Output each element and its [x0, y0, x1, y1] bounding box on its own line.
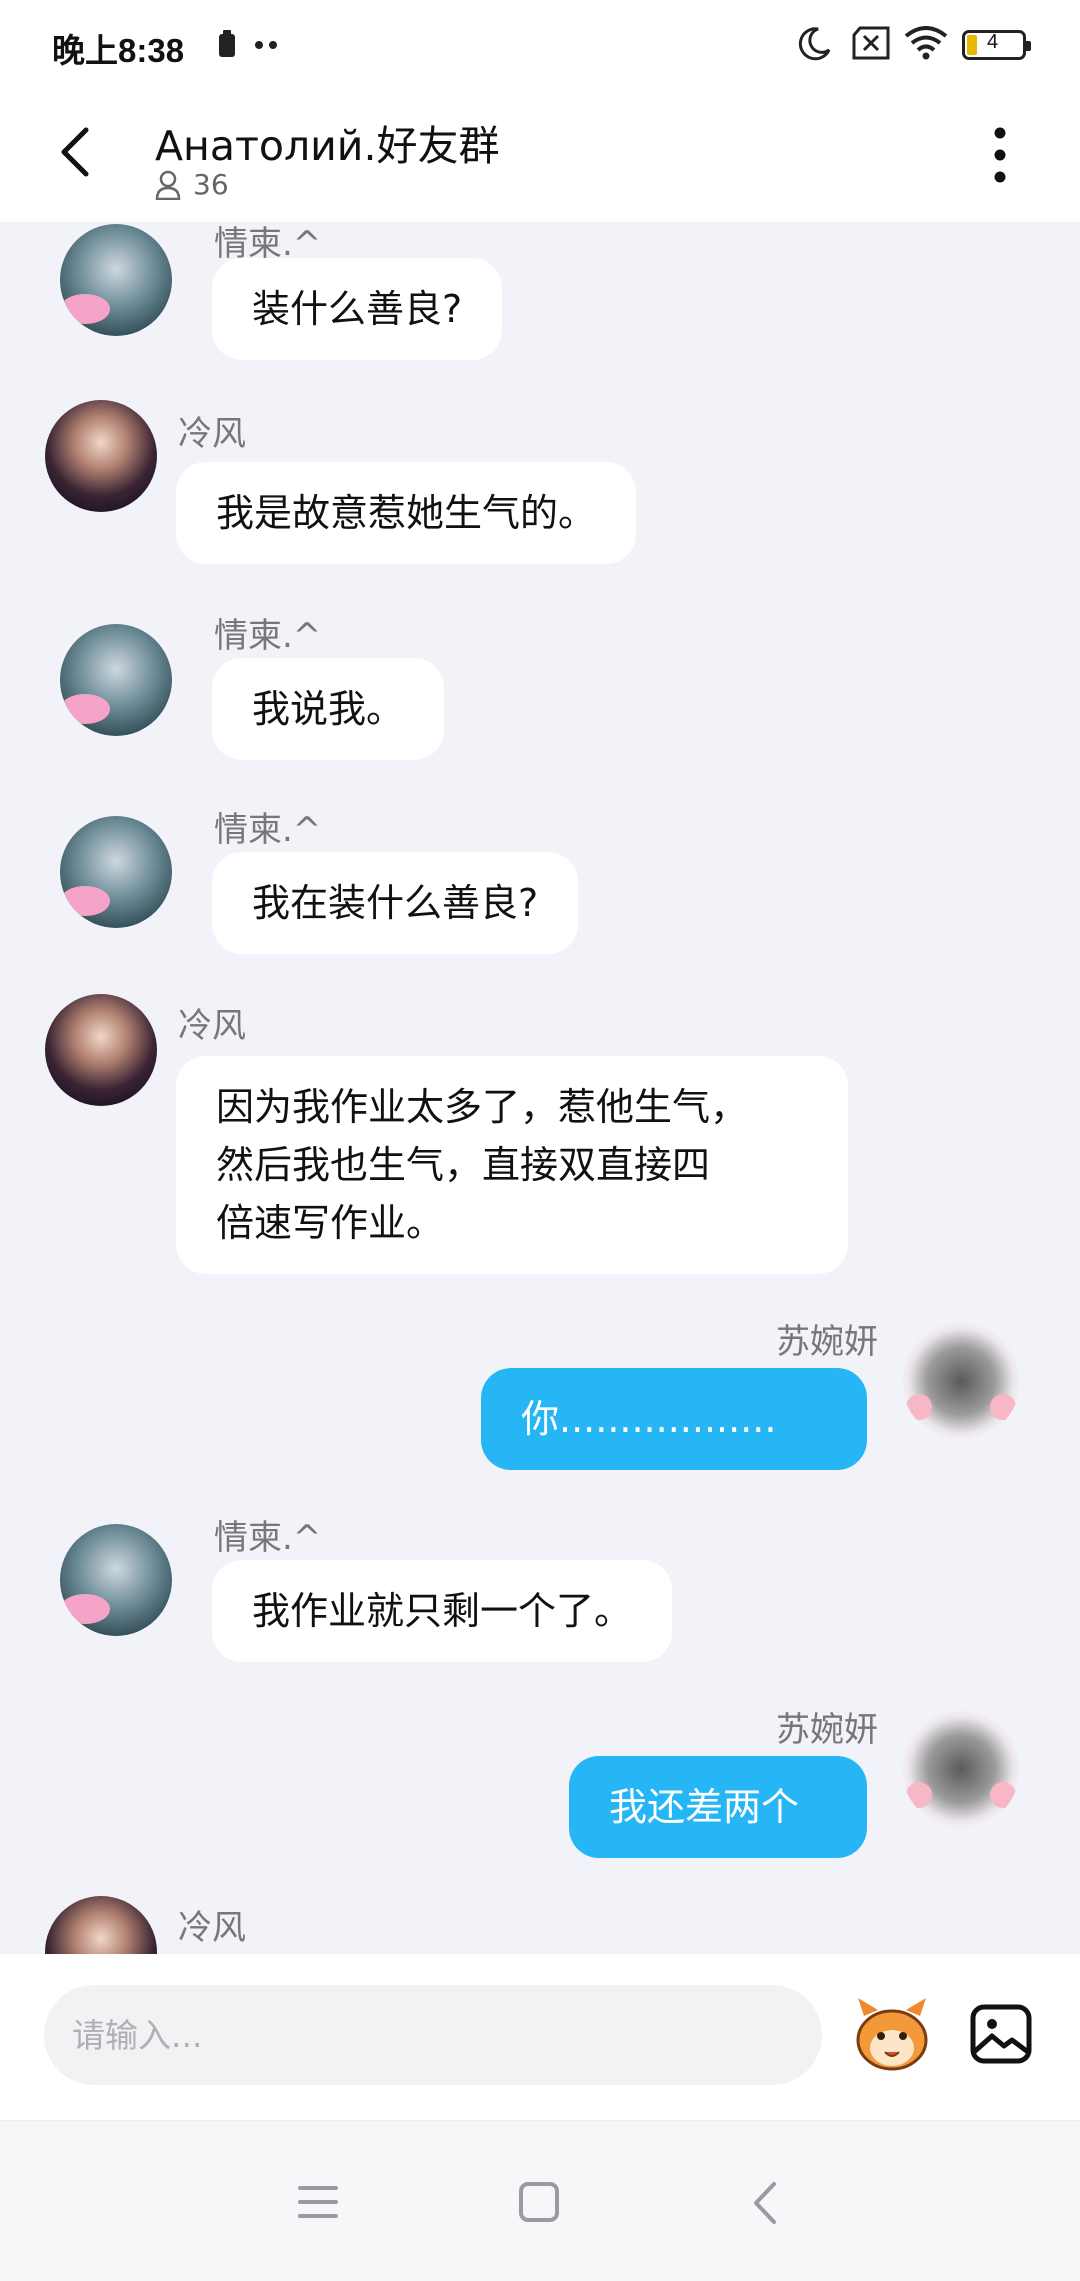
- my-message-bubble[interactable]: 你..................: [481, 1368, 867, 1470]
- member-count[interactable]: 36: [155, 168, 229, 201]
- status-time: 晚上8:38: [52, 32, 185, 69]
- wifi-icon: [904, 26, 948, 60]
- image-icon[interactable]: [970, 2004, 1032, 2064]
- message-line: 倍速写作业。: [216, 1201, 445, 1245]
- nav-back-icon[interactable]: [752, 2181, 778, 2225]
- group-title[interactable]: Анатолий.好友群: [155, 112, 499, 172]
- sender-name: 冷风: [178, 1908, 246, 1948]
- more-dots-icon: [255, 41, 277, 49]
- battery-small-icon: [219, 30, 235, 57]
- sender-name: 情柬.^: [214, 616, 322, 656]
- menu-icon[interactable]: [298, 2185, 338, 2219]
- person-icon: [155, 170, 181, 200]
- home-icon[interactable]: [518, 2181, 560, 2223]
- sender-name: 冷风: [178, 414, 246, 454]
- avatar-qingjian[interactable]: [60, 224, 172, 336]
- avatar-qingjian[interactable]: [60, 816, 172, 928]
- avatar-suwanyan[interactable]: [902, 1710, 1020, 1828]
- avatar-lengfeng[interactable]: [45, 994, 157, 1106]
- my-message-bubble[interactable]: 我还差两个: [569, 1756, 867, 1858]
- message-bubble[interactable]: 我说我。: [212, 658, 445, 760]
- message-bubble[interactable]: 我是故意惹她生气的。: [176, 462, 637, 564]
- emoji-mascot-icon[interactable]: [852, 1996, 932, 2072]
- sender-name: 情柬.^: [214, 1518, 322, 1558]
- message-bubble[interactable]: 我在装什么善良?: [212, 852, 579, 954]
- sender-name: 情柬.^: [214, 810, 322, 850]
- message-input[interactable]: [44, 1985, 822, 2085]
- back-icon[interactable]: [50, 122, 100, 182]
- chat-messages[interactable]: 情柬.^ 装什么善良? 冷风 我是故意惹她生气的。 情柬.^ 我说我。 情柬.^…: [0, 222, 1080, 1954]
- message-bubble[interactable]: 装什么善良?: [212, 258, 503, 360]
- battery-icon: 4: [962, 30, 1031, 60]
- member-count-value: 36: [193, 168, 229, 201]
- status-bar: 晚上8:38 4: [0, 0, 1080, 96]
- system-nav-bar: [0, 2120, 1080, 2281]
- sim-off-icon: [852, 26, 890, 60]
- avatar-lengfeng[interactable]: [45, 1896, 157, 1954]
- avatar-qingjian[interactable]: [60, 1524, 172, 1636]
- message-bubble-multiline[interactable]: 因为我作业太多了，惹他生气， 然后我也生气，直接双直接四 倍速写作业。: [176, 1056, 848, 1274]
- avatar-lengfeng[interactable]: [45, 400, 157, 512]
- avatar-qingjian[interactable]: [60, 624, 172, 736]
- more-icon[interactable]: [985, 125, 1015, 185]
- sender-name: 冷风: [178, 1006, 246, 1046]
- message-line: 然后我也生气，直接双直接四: [216, 1143, 711, 1187]
- sender-name: 苏婉妍: [776, 1710, 878, 1750]
- moon-icon: [798, 27, 831, 61]
- avatar-suwanyan[interactable]: [902, 1322, 1020, 1440]
- message-bubble[interactable]: 我作业就只剩一个了。: [212, 1560, 673, 1662]
- battery-level: 4: [987, 31, 999, 53]
- message-line: 因为我作业太多了，惹他生气，: [216, 1085, 749, 1129]
- sender-name: 苏婉妍: [776, 1322, 878, 1362]
